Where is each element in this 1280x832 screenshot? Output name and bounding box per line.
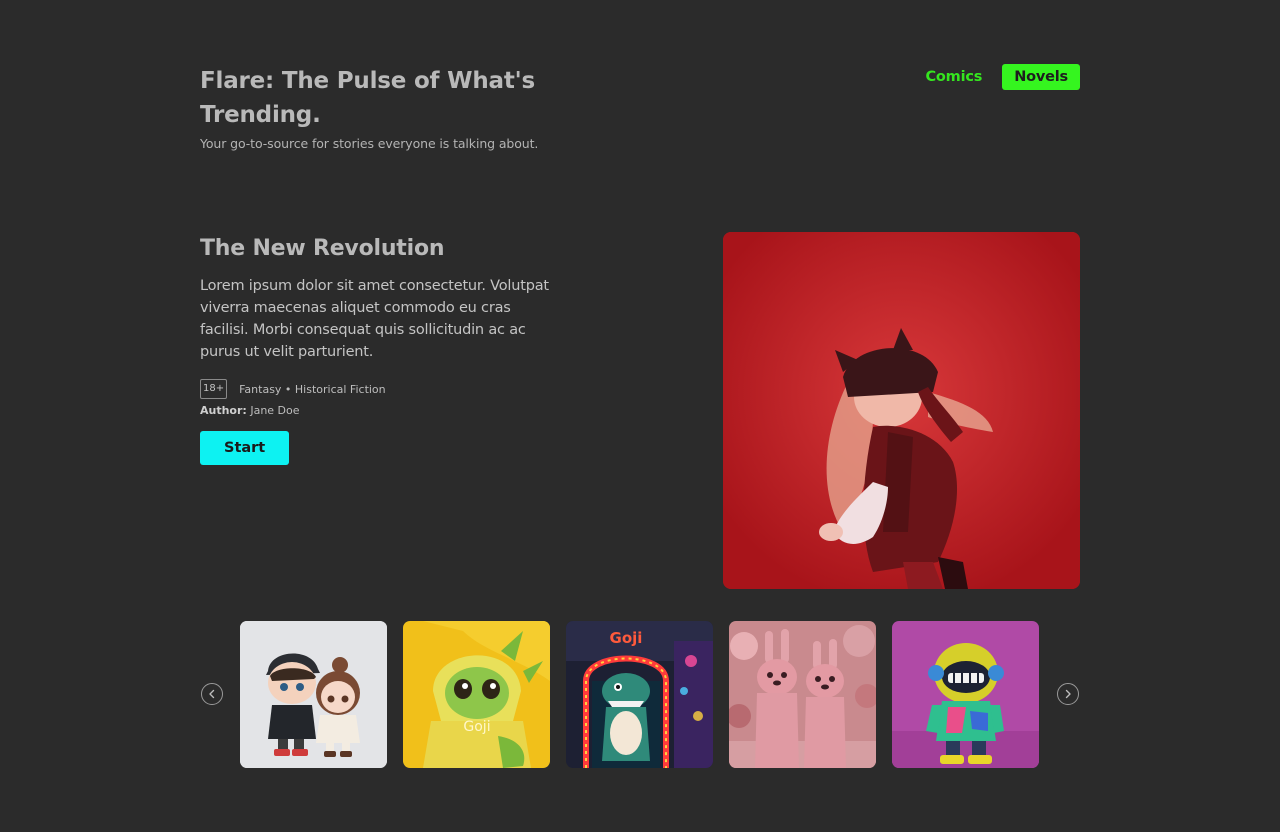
featured-meta: 18+ Fantasy • Historical Fiction — [200, 379, 560, 399]
thumbnail-chibi-couple[interactable] — [240, 621, 387, 768]
featured-info: The New Revolution Lorem ipsum dolor sit… — [200, 232, 560, 465]
thumbnail-pink-creatures[interactable] — [729, 621, 876, 768]
goji-neon-sign: Goji — [610, 629, 643, 647]
site-title: Flare: The Pulse of What's Trending. — [200, 68, 535, 128]
chevron-right-icon — [1065, 689, 1071, 699]
chibi-couple-image — [240, 621, 387, 768]
thumbnail-dragon-hoodie[interactable]: Goji — [403, 621, 550, 768]
vr-girl-illustration — [723, 232, 1080, 589]
nav-novels[interactable]: Novels — [1002, 64, 1080, 90]
goji-hoodie-text: Goji — [463, 719, 490, 735]
chevron-left-icon — [209, 689, 215, 699]
dragon-hoodie-image: Goji — [403, 621, 550, 768]
age-rating-badge: 18+ — [200, 379, 228, 399]
nav-comics[interactable]: Comics — [913, 64, 994, 90]
carousel-prev-button[interactable] — [201, 683, 223, 705]
thumbnail-list: Goji Goji — [240, 621, 1039, 768]
genre-list: Fantasy • Historical Fiction — [239, 382, 386, 396]
dino-arcade-image: Goji — [566, 621, 713, 768]
featured-description: Lorem ipsum dolor sit amet consectetur. … — [200, 278, 549, 360]
start-button[interactable]: Start — [200, 431, 290, 465]
author-name: Jane Doe — [250, 404, 300, 417]
pink-creatures-image — [729, 621, 876, 768]
carousel-next-button[interactable] — [1057, 683, 1079, 705]
featured-title: The New Revolution — [200, 236, 445, 261]
thumbnail-dino-arcade[interactable]: Goji — [566, 621, 713, 768]
author-label: Author: — [200, 404, 247, 417]
header: Flare: The Pulse of What's Trending. You… — [200, 64, 620, 151]
featured-section: The New Revolution Lorem ipsum dolor sit… — [200, 232, 1080, 589]
site-subtitle: Your go-to-source for stories everyone i… — [200, 136, 539, 151]
robot-helmet-image — [892, 621, 1039, 768]
featured-cover-image — [723, 232, 1080, 589]
story-carousel: Goji Goji — [200, 621, 1080, 768]
top-nav: Comics Novels — [913, 64, 1080, 90]
thumbnail-robot-helmet[interactable] — [892, 621, 1039, 768]
author-line: Author: Jane Doe — [200, 404, 560, 417]
